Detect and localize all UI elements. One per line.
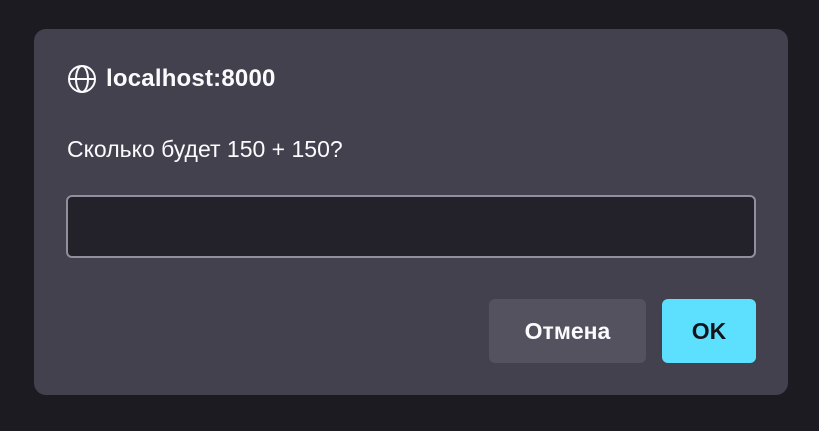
ok-button[interactable]: OK	[662, 299, 756, 363]
dialog-origin: localhost:8000	[106, 65, 276, 92]
dialog-message: Сколько будет 150 + 150?	[67, 136, 343, 162]
dialog-header: localhost:8000	[67, 64, 276, 94]
cancel-button[interactable]: Отмена	[489, 299, 646, 363]
globe-icon	[67, 64, 97, 94]
prompt-dialog: localhost:8000 Сколько будет 150 + 150? …	[34, 29, 788, 395]
answer-input[interactable]	[66, 195, 756, 258]
